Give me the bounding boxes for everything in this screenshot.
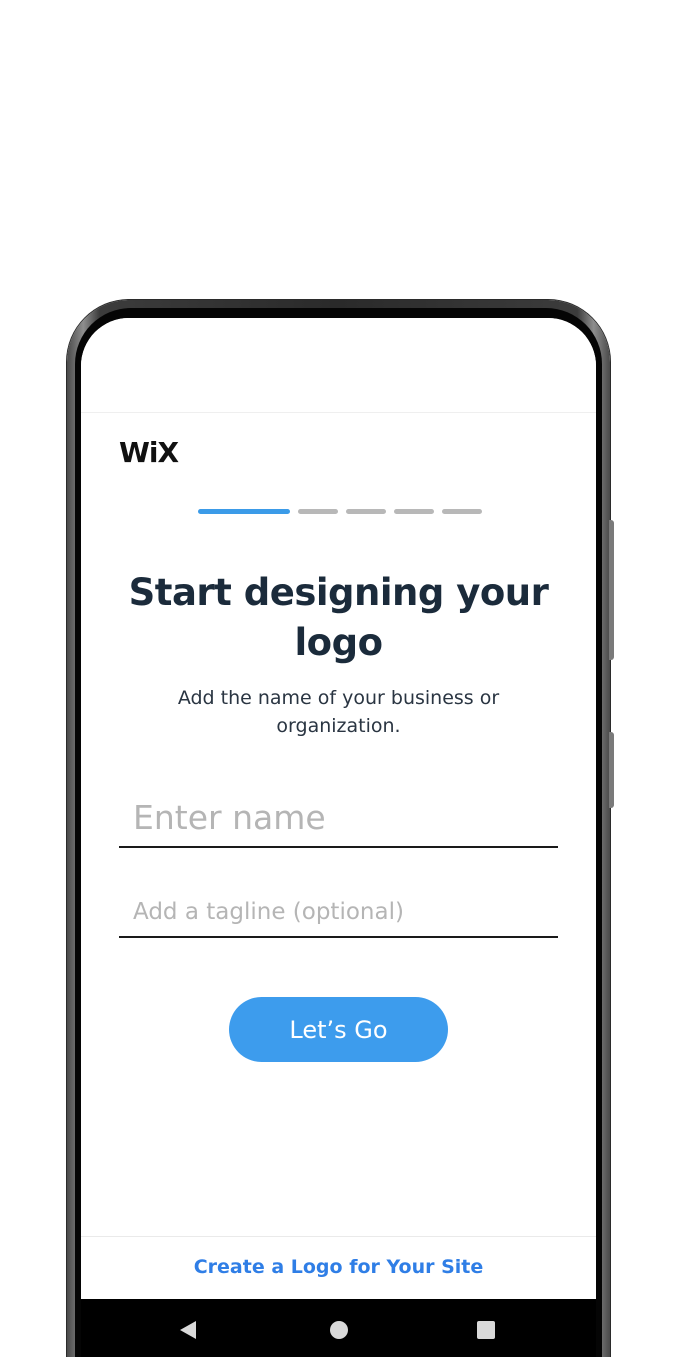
square-recents-icon xyxy=(477,1321,495,1339)
page-title: Start designing your logo xyxy=(128,571,549,664)
circle-home-icon xyxy=(330,1321,348,1339)
progress-step-1 xyxy=(198,509,290,514)
business-name-input[interactable] xyxy=(119,788,558,848)
android-nav-bar xyxy=(81,1299,596,1357)
progress-step-3 xyxy=(346,509,386,514)
nav-home-button[interactable] xyxy=(328,1319,350,1341)
step-progress xyxy=(198,509,482,514)
tagline-input[interactable] xyxy=(119,888,558,938)
create-logo-for-site-link[interactable]: Create a Logo for Your Site xyxy=(81,1256,596,1278)
progress-step-4 xyxy=(394,509,434,514)
wix-logo: WiX xyxy=(119,436,179,469)
app-screen: WiX Start designing your logo Add the na… xyxy=(81,318,596,1357)
nav-recents-button[interactable] xyxy=(475,1319,497,1341)
triangle-back-icon xyxy=(180,1321,196,1339)
power-button xyxy=(609,732,614,808)
page: WiX Start designing your logo Add the na… xyxy=(0,0,678,1357)
footer-divider xyxy=(81,1236,596,1237)
progress-step-5 xyxy=(442,509,482,514)
nav-back-button[interactable] xyxy=(177,1319,199,1341)
status-bar-area xyxy=(81,318,596,413)
lets-go-button[interactable]: Let’s Go xyxy=(229,997,448,1062)
volume-button xyxy=(609,520,614,660)
progress-step-2 xyxy=(298,509,338,514)
page-subtitle: Add the name of your business or organiz… xyxy=(177,687,500,737)
